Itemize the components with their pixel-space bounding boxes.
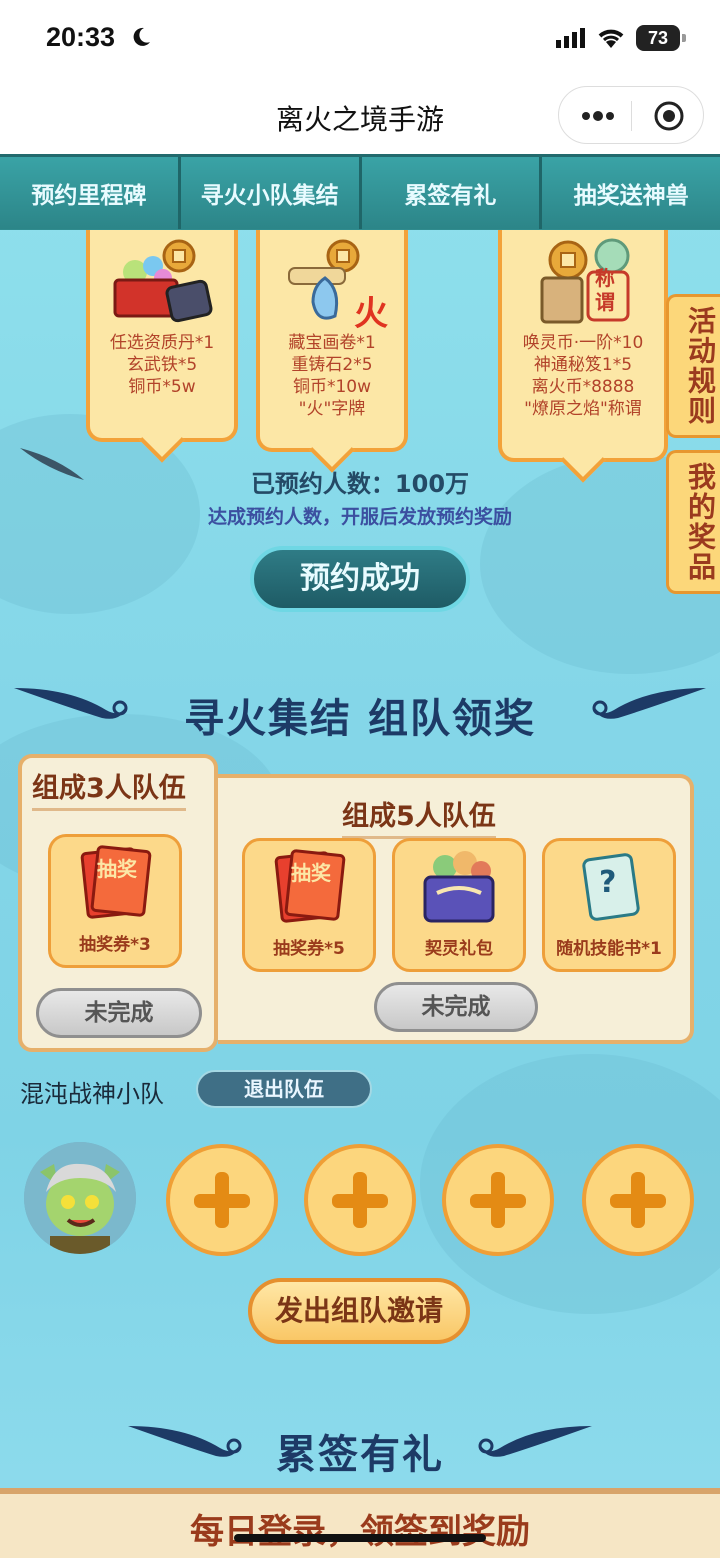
milestone-reward-card: 称谓 唤灵币·一阶*10 神通秘笈1*5 离火币*8888 "燎原之焰"称谓 (498, 230, 668, 483)
fire-badge: 火 (354, 294, 388, 334)
reward-line: 唤灵币·一阶*10 (522, 333, 644, 353)
title-bar: 离火之境手游 (0, 78, 720, 154)
reward-line: 神通秘笈1*5 (533, 355, 633, 375)
prize-label: 契灵礼包 (425, 939, 493, 959)
tab-lottery[interactable]: 抽奖送神兽 (542, 157, 720, 229)
gift-box-icon (423, 851, 495, 923)
close-mini-program-icon[interactable] (653, 100, 685, 132)
team5-prize-skill-book: ? 随机技能书*1 (542, 838, 676, 972)
tab-bar: 预约里程碑 寻火小队集结 累签有礼 抽奖送神兽 (0, 154, 720, 230)
question-mark: ? (599, 865, 617, 900)
reward-line: 玄武铁*5 (126, 355, 198, 375)
plus-icon (491, 1172, 505, 1228)
reward-line: "燎原之焰"称谓 (524, 399, 642, 419)
activity-page: 预约里程碑 寻火小队集结 累签有礼 抽奖送神兽 任选资质丹*1 玄武铁*5 铜币… (0, 154, 720, 1558)
team-slot-add-button[interactable] (582, 1144, 694, 1256)
milestone-reward-card: 火 藏宝画卷*1 重铸石2*5 铜币*10w "火"字牌 (256, 230, 408, 473)
plus-icon (631, 1172, 645, 1228)
team3-title: 组成3人队伍 (32, 766, 186, 811)
swirl-ornament-right (478, 1426, 592, 1457)
reward-line: 铜币*10w (292, 377, 372, 397)
more-icon[interactable] (581, 109, 615, 123)
reward-line: 任选资质丹*1 (109, 333, 215, 353)
goblin-avatar-icon (24, 1142, 136, 1254)
team-slot-add-button[interactable] (304, 1144, 416, 1256)
reservation-note: 达成预约人数，开服后发放预约奖励 (207, 506, 512, 528)
reservation-success-button[interactable]: 预约成功 (250, 546, 470, 612)
tab-sign-in-rewards[interactable]: 累签有礼 (361, 157, 543, 229)
reward-line: 离火币*8888 (531, 377, 635, 397)
reservation-count: 已预约人数：100万 (250, 470, 470, 498)
gem-chest-icon (113, 239, 213, 323)
team3-status-button[interactable]: 未完成 (36, 988, 202, 1038)
team-leader-avatar (24, 1142, 136, 1254)
signal-icon (556, 28, 585, 48)
prize-label: 随机技能书*1 (556, 939, 662, 959)
capsule-divider (631, 101, 632, 131)
ticket-text: 抽奖 (291, 861, 331, 885)
team5-status-button[interactable]: 未完成 (374, 982, 538, 1032)
reward-line: 藏宝画卷*1 (288, 333, 376, 353)
plus-icon (353, 1172, 367, 1228)
title-badge: 称谓 (595, 266, 615, 314)
moon-icon (133, 27, 150, 46)
team-slot-add-button[interactable] (166, 1144, 278, 1256)
send-team-invite-button[interactable]: 发出组队邀请 (248, 1278, 470, 1344)
prize-label: 抽奖券*3 (79, 935, 151, 955)
team5-panel: 组成5人队伍 抽奖 抽奖券*5 契灵礼包 ? 随机技能书*1 未完成 (218, 774, 694, 1044)
tab-team-assembly[interactable]: 寻火小队集结 (180, 157, 362, 229)
team5-prize-lottery-ticket: 抽奖 抽奖券*5 (242, 838, 376, 972)
team3-panel: 组成3人队伍 抽奖 抽奖券*3 未完成 (18, 754, 218, 1052)
wifi-icon (598, 29, 624, 48)
leave-team-button[interactable]: 退出队伍 (196, 1070, 372, 1108)
sign-section-title: 累签有礼 (276, 1432, 444, 1478)
status-time: 20:33 (46, 22, 116, 52)
team5-title: 组成5人队伍 (342, 794, 496, 839)
activity-rules-tab[interactable]: 活动规则 (666, 294, 720, 438)
tab-reservation-milestone[interactable]: 预约里程碑 (0, 157, 181, 229)
team3-prize-lottery-ticket: 抽奖 抽奖券*3 (48, 834, 182, 968)
sign-banner-text: 每日登录，领签到奖励 (190, 1512, 530, 1552)
mini-program-capsule (558, 86, 704, 144)
home-indicator (234, 1534, 486, 1542)
swirl-ornament-right (592, 688, 706, 719)
reward-line: "火"字牌 (298, 399, 366, 419)
coin-scroll-icon (540, 238, 630, 324)
plus-icon (215, 1172, 229, 1228)
battery-indicator: 73 (636, 25, 686, 51)
team-name: 混沌战神小队 (20, 1080, 164, 1108)
status-bar: 20:33 73 (0, 0, 720, 78)
reward-line: 重铸石2*5 (291, 355, 373, 375)
team5-prize-spirit-pack: 契灵礼包 (392, 838, 526, 972)
team-slot-add-button[interactable] (442, 1144, 554, 1256)
prize-label: 抽奖券*5 (273, 939, 345, 959)
ticket-text: 抽奖 (97, 857, 137, 881)
milestone-reward-card: 任选资质丹*1 玄武铁*5 铜币*5w (86, 230, 238, 463)
reward-line: 铜币*5w (128, 377, 196, 397)
